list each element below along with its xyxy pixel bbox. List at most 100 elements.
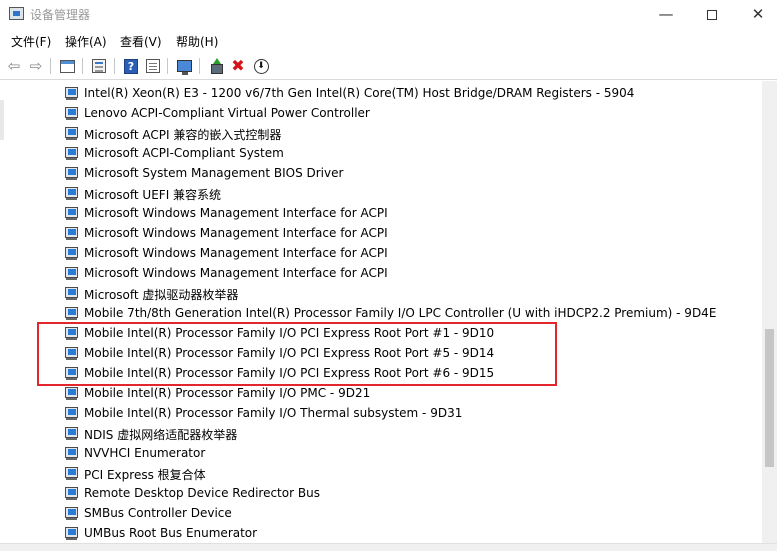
toolbar-separator xyxy=(82,58,83,74)
device-label: Mobile Intel(R) Processor Family I/O The… xyxy=(84,406,463,420)
system-device-icon xyxy=(65,327,78,340)
tree-item-device[interactable]: Microsoft Windows Management Interface f… xyxy=(0,243,762,263)
back-button[interactable]: ⇦ xyxy=(3,56,25,76)
tree-item-device[interactable]: SMBus Controller Device xyxy=(0,503,762,523)
system-device-icon xyxy=(65,347,78,360)
device-label: Remote Desktop Device Redirector Bus xyxy=(84,486,320,500)
tree-item-device[interactable]: Mobile 7th/8th Generation Intel(R) Proce… xyxy=(0,303,762,323)
help-button[interactable]: ? xyxy=(120,56,142,76)
help-icon: ? xyxy=(124,58,138,74)
menu-view[interactable]: 查看(V) xyxy=(118,33,164,50)
device-label: Microsoft Windows Management Interface f… xyxy=(84,246,388,260)
device-label: NDIS 虚拟网络适配器枚举器 xyxy=(84,428,238,442)
close-button[interactable]: ✕ xyxy=(735,0,777,30)
device-manager-icon xyxy=(9,7,24,20)
menu-bar: 文件(F) 操作(A) 查看(V) 帮助(H) xyxy=(0,30,777,52)
device-label: UMBus Root Bus Enumerator xyxy=(84,526,258,540)
minimize-button[interactable]: — xyxy=(643,0,689,30)
maximize-icon xyxy=(707,9,717,20)
properties-icon xyxy=(92,59,106,73)
tree-item-device[interactable]: Microsoft ACPI-Compliant System xyxy=(0,143,762,163)
update-driver-button[interactable] xyxy=(205,56,227,76)
tree-item-device[interactable]: Mobile Intel(R) Processor Family I/O The… xyxy=(0,403,762,423)
tree-item-device[interactable]: Microsoft ACPI 兼容的嵌入式控制器 xyxy=(0,123,762,143)
device-label: Microsoft ACPI-Compliant System xyxy=(84,146,284,160)
maximize-button[interactable] xyxy=(689,0,735,30)
system-device-icon xyxy=(65,107,78,120)
tree-item-device[interactable]: NVVHCI Enumerator xyxy=(0,443,762,463)
system-device-icon xyxy=(65,307,78,320)
system-device-icon xyxy=(65,247,78,260)
tree-item-device[interactable]: Mobile Intel(R) Processor Family I/O PCI… xyxy=(0,363,762,383)
device-label: Mobile Intel(R) Processor Family I/O PMC… xyxy=(84,386,371,400)
device-label: Microsoft UEFI 兼容系统 xyxy=(84,188,222,202)
device-label: Microsoft 虚拟驱动器枚举器 xyxy=(84,288,239,302)
properties-button[interactable] xyxy=(88,56,110,76)
vertical-scrollbar[interactable] xyxy=(762,81,777,543)
system-device-icon xyxy=(65,87,78,100)
device-label: SMBus Controller Device xyxy=(84,506,232,520)
tree-item-device[interactable]: Mobile Intel(R) Processor Family I/O PCI… xyxy=(0,343,762,363)
device-label: Microsoft System Management BIOS Driver xyxy=(84,166,344,180)
device-label: Lenovo ACPI-Compliant Virtual Power Cont… xyxy=(84,106,370,120)
tree-item-device[interactable]: Remote Desktop Device Redirector Bus xyxy=(0,483,762,503)
toolbar-separator xyxy=(50,58,51,74)
tree-item-device[interactable]: Microsoft 虚拟驱动器枚举器 xyxy=(0,283,762,303)
system-device-icon xyxy=(65,387,78,400)
tree-item-device[interactable]: NDIS 虚拟网络适配器枚举器 xyxy=(0,423,762,443)
tree-item-device[interactable]: Microsoft UEFI 兼容系统 xyxy=(0,183,762,203)
tree-item-device[interactable]: Lenovo ACPI-Compliant Virtual Power Cont… xyxy=(0,103,762,123)
tree-item-device[interactable]: Microsoft Windows Management Interface f… xyxy=(0,263,762,283)
tree-item-device[interactable]: Mobile Intel(R) Processor Family I/O PCI… xyxy=(0,323,762,343)
scan-hardware-icon xyxy=(176,60,192,75)
back-arrow-icon: ⇦ xyxy=(7,57,21,75)
show-hide-console-tree-button[interactable] xyxy=(56,56,78,76)
device-label: Mobile Intel(R) Processor Family I/O PCI… xyxy=(84,366,495,380)
device-label: Intel(R) Xeon(R) E3 - 1200 v6/7th Gen In… xyxy=(84,86,635,100)
tree-item-device[interactable]: Intel(R) Xeon(R) E3 - 1200 v6/7th Gen In… xyxy=(0,83,762,103)
system-device-icon xyxy=(65,187,78,200)
scrollbar-thumb[interactable] xyxy=(765,329,774,467)
device-tree[interactable]: Intel(R) Xeon(R) E3 - 1200 v6/7th Gen In… xyxy=(0,81,762,543)
system-device-icon xyxy=(65,427,78,440)
device-label: Mobile 7th/8th Generation Intel(R) Proce… xyxy=(84,306,717,320)
tree-item-device[interactable]: UMBus Root Bus Enumerator xyxy=(0,523,762,543)
system-device-icon xyxy=(65,407,78,420)
enable-device-button[interactable]: ⬇ xyxy=(250,56,272,76)
toolbar-separator xyxy=(199,58,200,74)
system-device-icon xyxy=(65,127,78,140)
system-device-icon xyxy=(65,527,78,540)
toolbar-separator xyxy=(167,58,168,74)
device-label: Mobile Intel(R) Processor Family I/O PCI… xyxy=(84,346,495,360)
horizontal-scrollbar[interactable] xyxy=(0,543,777,551)
system-device-icon xyxy=(65,227,78,240)
menu-help[interactable]: 帮助(H) xyxy=(174,33,220,50)
system-device-icon xyxy=(65,167,78,180)
tree-item-device[interactable]: Microsoft Windows Management Interface f… xyxy=(0,203,762,223)
device-label: NVVHCI Enumerator xyxy=(84,446,206,460)
update-driver-icon xyxy=(209,58,223,74)
forward-button[interactable]: ⇨ xyxy=(25,56,47,76)
show-hide-action-pane-button[interactable] xyxy=(142,56,164,76)
system-device-icon xyxy=(65,467,78,480)
device-label: PCI Express 根复合体 xyxy=(84,468,206,482)
menu-file[interactable]: 文件(F) xyxy=(9,33,53,50)
uninstall-device-button[interactable]: ✖ xyxy=(227,56,249,76)
system-device-icon xyxy=(65,507,78,520)
uninstall-x-icon: ✖ xyxy=(231,56,245,75)
menu-action[interactable]: 操作(A) xyxy=(63,33,109,50)
action-pane-icon xyxy=(146,59,160,73)
tree-item-device[interactable]: Microsoft Windows Management Interface f… xyxy=(0,223,762,243)
device-label: Mobile Intel(R) Processor Family I/O PCI… xyxy=(84,326,495,340)
system-device-icon xyxy=(65,367,78,380)
tree-item-device[interactable]: PCI Express 根复合体 xyxy=(0,463,762,483)
device-label: Microsoft Windows Management Interface f… xyxy=(84,226,388,240)
title-bar: 设备管理器 — ✕ xyxy=(0,0,777,30)
scan-hardware-button[interactable] xyxy=(173,56,195,76)
system-device-icon xyxy=(65,447,78,460)
tree-item-device[interactable]: Microsoft System Management BIOS Driver xyxy=(0,163,762,183)
left-edge-marker xyxy=(0,100,4,140)
forward-arrow-icon: ⇨ xyxy=(29,57,43,75)
tree-item-device[interactable]: Mobile Intel(R) Processor Family I/O PMC… xyxy=(0,383,762,403)
console-tree-icon xyxy=(59,59,75,73)
